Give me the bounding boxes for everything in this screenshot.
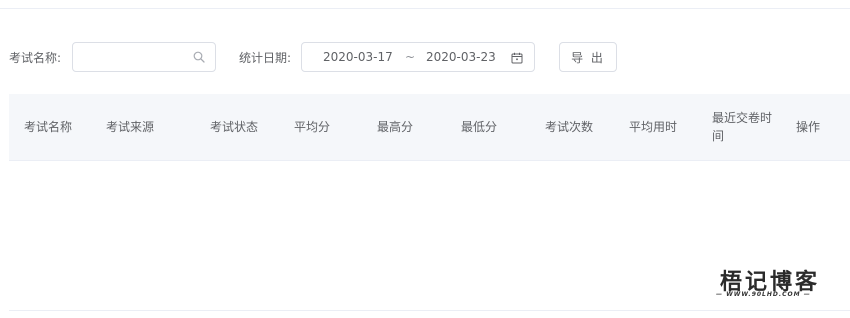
exam-stats-table: 考试名称 考试来源 考试状态 平均分 最高分 最低分 考试次数 平均用时 最近交…	[9, 94, 850, 161]
watermark-url: — WWW.90LHD.COM —	[716, 291, 811, 298]
date-separator: ~	[405, 50, 416, 64]
watermark-logo: 梧记博客 — WWW.90LHD.COM —	[716, 264, 850, 304]
exam-name-input[interactable]	[81, 49, 186, 65]
column-header-exam-count[interactable]: 考试次数	[545, 118, 593, 135]
column-header-exam-name[interactable]: 考试名称	[24, 118, 72, 135]
column-header-average-time[interactable]: 平均用时	[629, 118, 677, 135]
calendar-icon[interactable]	[511, 52, 523, 64]
bottom-divider	[9, 310, 850, 311]
search-icon[interactable]	[193, 51, 205, 63]
column-header-latest-submit-time[interactable]: 最近交卷时间	[712, 109, 772, 145]
export-button[interactable]: 导 出	[559, 42, 617, 72]
filter-bar: 考试名称: 统计日期: 2020-03-17 ~ 2020-03-23 导 出	[0, 42, 850, 72]
date-label: 统计日期:	[239, 51, 292, 65]
exam-name-search-field[interactable]	[72, 42, 216, 72]
table-header: 考试名称 考试来源 考试状态 平均分 最高分 最低分 考试次数 平均用时 最近交…	[9, 94, 850, 161]
column-header-lowest-score[interactable]: 最低分	[461, 118, 497, 135]
date-end-value[interactable]: 2020-03-23	[426, 50, 496, 64]
exam-name-label: 考试名称:	[9, 51, 62, 65]
column-header-highest-score[interactable]: 最高分	[377, 118, 413, 135]
date-start-value[interactable]: 2020-03-17	[323, 50, 393, 64]
top-divider	[0, 8, 850, 9]
column-header-actions: 操作	[796, 120, 821, 134]
column-header-exam-source[interactable]: 考试来源	[106, 118, 154, 135]
column-header-average-score[interactable]: 平均分	[294, 118, 330, 135]
date-range-picker[interactable]: 2020-03-17 ~ 2020-03-23	[301, 42, 535, 72]
column-header-exam-status[interactable]: 考试状态	[210, 118, 258, 135]
